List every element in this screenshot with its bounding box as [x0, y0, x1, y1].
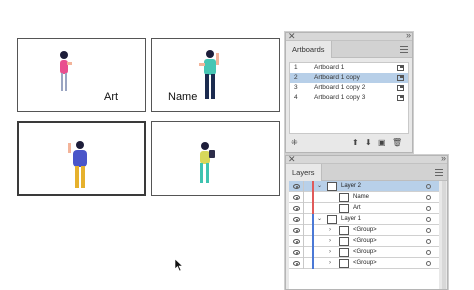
artboard-options-icon[interactable] [397, 75, 404, 81]
panel-tabbar: Artboards [286, 41, 412, 58]
artboards-list: 1 Artboard 1 2 Artboard 1 copy 3 Artboar… [289, 62, 409, 134]
move-down-icon[interactable]: ⬇ [365, 137, 372, 149]
layer-thumbnail [339, 226, 349, 235]
layers-scrollbar[interactable] [442, 181, 446, 289]
rearrange-icon[interactable]: ⁜ [291, 137, 298, 149]
target-circle-icon[interactable] [426, 206, 431, 211]
artboard-3[interactable] [17, 121, 146, 196]
tab-artboards[interactable]: Artboards [286, 41, 332, 58]
list-item[interactable]: 2 Artboard 1 copy [290, 73, 408, 83]
panel-tabbar: Layers [286, 164, 447, 181]
chevron-down-icon[interactable]: ⌄ [317, 181, 322, 192]
mouse-cursor-icon [174, 258, 184, 272]
layer-color-swatch [312, 236, 314, 247]
target-circle-icon[interactable] [426, 250, 431, 255]
layer-thumbnail [339, 259, 349, 268]
new-artboard-icon[interactable]: ▣ [378, 137, 386, 149]
layer-color-swatch [312, 214, 314, 225]
artboard-1[interactable]: Art [17, 38, 146, 112]
artboard-options-icon[interactable] [397, 65, 404, 71]
layer-color-swatch [312, 203, 314, 214]
layer-row[interactable]: › <Group> [289, 236, 439, 247]
target-circle-icon[interactable] [426, 228, 431, 233]
layer-color-swatch [312, 225, 314, 236]
artboard-options-icon[interactable] [397, 85, 404, 91]
chevron-right-icon[interactable]: › [329, 225, 331, 236]
tab-layers[interactable]: Layers [286, 164, 322, 181]
artboard-label-name: Name [168, 91, 198, 103]
person-figure-name [199, 50, 219, 99]
layer-thumbnail [339, 237, 349, 246]
layer-color-swatch [312, 247, 314, 258]
target-circle-icon[interactable] [426, 184, 431, 189]
panel-topbar: ✕ » [286, 153, 447, 164]
target-circle-icon[interactable] [426, 261, 431, 266]
visibility-eye-icon[interactable] [293, 195, 300, 200]
move-up-icon[interactable]: ⬆ [352, 137, 359, 149]
list-item[interactable]: 1 Artboard 1 [290, 63, 408, 73]
visibility-eye-icon[interactable] [293, 217, 300, 222]
visibility-eye-icon[interactable] [293, 228, 300, 233]
artboard-4[interactable] [151, 121, 280, 196]
target-circle-icon[interactable] [426, 195, 431, 200]
target-circle-icon[interactable] [426, 239, 431, 244]
layer-color-swatch [312, 258, 314, 269]
person-figure-3 [68, 141, 87, 188]
layer-color-swatch [312, 181, 314, 192]
layers-panel: ✕ » Layers ⌄ Layer 2 Name Art ⌄ Layer 1 … [285, 153, 448, 290]
chevron-right-icon[interactable]: › [329, 258, 331, 269]
layer-row[interactable]: Art [289, 203, 439, 214]
artboard-label-art: Art [104, 91, 119, 103]
layer-thumbnail [327, 182, 337, 191]
visibility-eye-icon[interactable] [293, 184, 300, 189]
person-figure-4 [200, 142, 215, 183]
artboards-footer: ⁜ ⬆ ⬇ ▣ 🗑 [289, 137, 409, 149]
layer-thumbnail [339, 248, 349, 257]
panel-menu-icon[interactable] [435, 169, 443, 178]
chevron-right-icon[interactable]: › [329, 247, 331, 258]
delete-icon[interactable]: 🗑 [392, 137, 402, 149]
list-item[interactable]: 4 Artboard 1 copy 3 [290, 93, 408, 103]
layer-row[interactable]: Name [289, 192, 439, 203]
visibility-eye-icon[interactable] [293, 206, 300, 211]
visibility-eye-icon[interactable] [293, 261, 300, 266]
person-figure-art [60, 51, 72, 91]
collapse-icon[interactable]: » [406, 29, 411, 41]
layers-list: ⌄ Layer 2 Name Art ⌄ Layer 1 › <Group> ›… [289, 181, 439, 289]
layer-row[interactable]: ⌄ Layer 2 [289, 181, 439, 192]
layer-row[interactable]: › <Group> [289, 247, 439, 258]
artboard-2[interactable]: Name [151, 38, 280, 112]
layer-row[interactable]: › <Group> [289, 258, 439, 269]
layer-thumbnail [327, 215, 337, 224]
layer-thumbnail [339, 204, 349, 213]
list-item[interactable]: 3 Artboard 1 copy 2 [290, 83, 408, 93]
visibility-eye-icon[interactable] [293, 250, 300, 255]
visibility-eye-icon[interactable] [293, 239, 300, 244]
collapse-icon[interactable]: » [441, 152, 446, 164]
artboards-panel: ✕ » Artboards 1 Artboard 1 2 Artboard 1 … [285, 30, 413, 153]
layer-thumbnail [339, 193, 349, 202]
target-circle-icon[interactable] [426, 217, 431, 222]
layer-row[interactable]: › <Group> [289, 225, 439, 236]
layer-color-swatch [312, 192, 314, 203]
panel-menu-icon[interactable] [400, 46, 408, 55]
chevron-down-icon[interactable]: ⌄ [317, 214, 322, 225]
chevron-right-icon[interactable]: › [329, 236, 331, 247]
panel-topbar: ✕ » [286, 30, 412, 41]
artboard-options-icon[interactable] [397, 95, 404, 101]
layer-row[interactable]: ⌄ Layer 1 [289, 214, 439, 225]
